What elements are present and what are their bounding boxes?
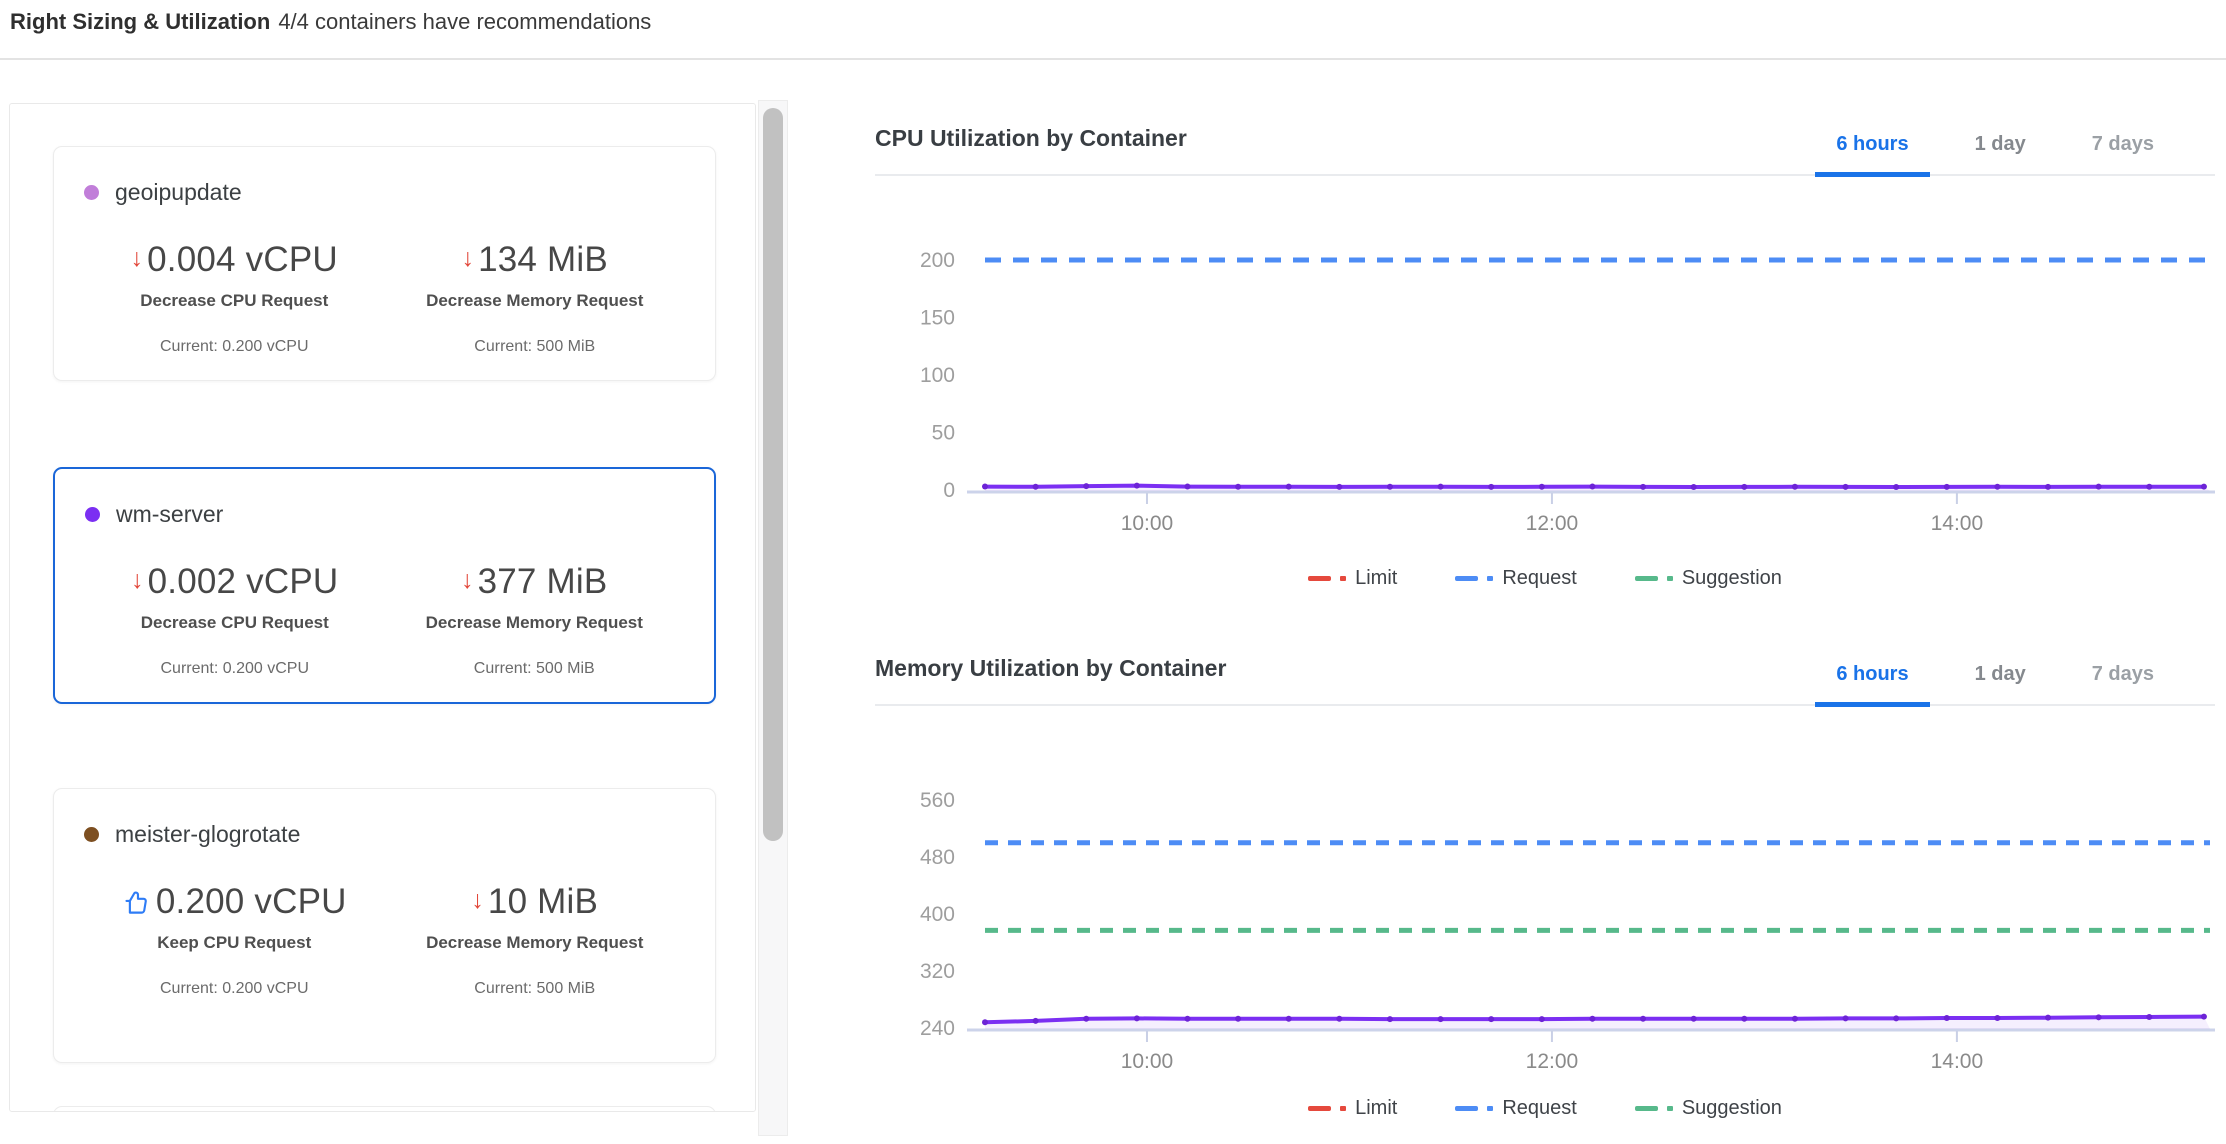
decrease-arrow-icon: ↓ [131,568,144,593]
request-dot-icon [1487,1106,1493,1111]
svg-text:10:00: 10:00 [1121,1050,1174,1073]
legend-item-limit[interactable]: Limit [1308,1097,1397,1120]
limit-dot-icon [1340,1106,1346,1111]
cpu-action-label: Keep CPU Request [157,933,311,953]
svg-text:560: 560 [920,789,955,812]
svg-text:10:00: 10:00 [1121,512,1174,535]
memory-current-value: Current: 500 MiB [474,660,595,678]
cpu-action-label: Decrease CPU Request [141,613,329,633]
memory-recommendation: ↓ 377 MiB Decrease Memory Request Curren… [385,562,685,678]
memory-chart-title: Memory Utilization by Container [875,655,1226,704]
legend-item-request[interactable]: Request [1455,567,1577,590]
container-card-partial[interactable] [53,1106,716,1112]
cpu-current-value: Current: 0.200 vCPU [160,980,309,998]
request-dash-icon [1455,1106,1478,1111]
cpu-recommended-value: 0.004 vCPU [147,240,338,280]
cpu-utilization-section: CPU Utilization by Container 6 hours 1 d… [875,100,2215,590]
container-color-dot [85,507,100,522]
tab-6-hours[interactable]: 6 hours [1815,133,1929,177]
tab-6-hours[interactable]: 6 hours [1815,663,1929,707]
page-header: Right Sizing & Utilization 4/4 containers… [0,0,2226,60]
thumbs-up-icon [122,889,149,916]
decrease-arrow-icon: ↓ [462,246,475,271]
tab-1-day[interactable]: 1 day [1954,663,2047,707]
suggestion-dot-icon [1667,576,1673,581]
cpu-time-range-tabs: 6 hours 1 day 7 days [1815,133,2175,174]
container-list-panel: geoipupdate ↓ 0.004 vCPU Decrease CPU Re… [9,103,756,1112]
cpu-current-value: Current: 0.200 vCPU [160,660,309,678]
cpu-recommended-value: 0.200 vCPU [156,882,347,922]
cpu-recommendation: ↓ 0.004 vCPU Decrease CPU Request Curren… [84,240,385,356]
svg-text:200: 200 [920,249,955,272]
container-name: wm-server [116,501,223,528]
legend-item-suggestion[interactable]: Suggestion [1635,1097,1782,1120]
memory-action-label: Decrease Memory Request [426,613,643,633]
suggestion-dot-icon [1667,1106,1673,1111]
svg-text:0: 0 [943,479,955,502]
tab-7-days[interactable]: 7 days [2071,663,2175,707]
limit-dash-icon [1308,1106,1331,1111]
cpu-chart-title: CPU Utilization by Container [875,125,1187,174]
memory-recommended-value: 134 MiB [478,240,608,280]
container-card-meister-glogrotate[interactable]: meister-glogrotate 0.200 vCPU Keep CPU R… [53,788,716,1063]
svg-text:14:00: 14:00 [1931,1050,1984,1073]
container-list-scrollbar-thumb[interactable] [763,108,783,841]
cpu-action-label: Decrease CPU Request [140,291,328,311]
container-card-wm-server[interactable]: wm-server ↓ 0.002 vCPU Decrease CPU Requ… [53,467,716,704]
container-name: geoipupdate [115,179,242,206]
memory-current-value: Current: 500 MiB [474,980,595,998]
cpu-chart-plot: 0 50 100 150 200 10:00 12:00 14:00 [875,190,2215,545]
memory-chart-plot: 240 320 400 480 560 10:00 12:00 14:00 [875,720,2215,1075]
legend-item-request[interactable]: Request [1455,1097,1577,1120]
legend-item-limit[interactable]: Limit [1308,567,1397,590]
svg-text:400: 400 [920,903,955,926]
memory-action-label: Decrease Memory Request [426,291,643,311]
container-list-scrollbar-track[interactable] [758,100,788,1136]
memory-action-label: Decrease Memory Request [426,933,643,953]
svg-text:12:00: 12:00 [1526,1050,1579,1073]
tab-1-day[interactable]: 1 day [1954,133,2047,177]
request-dash-icon [1455,576,1478,581]
svg-text:14:00: 14:00 [1931,512,1984,535]
limit-dot-icon [1340,576,1346,581]
svg-text:480: 480 [920,846,955,869]
svg-text:150: 150 [920,307,955,330]
memory-recommended-value: 10 MiB [488,882,598,922]
memory-current-value: Current: 500 MiB [474,338,595,356]
memory-recommendation: ↓ 10 MiB Decrease Memory Request Current… [385,882,686,998]
memory-utilization-section: Memory Utilization by Container 6 hours … [875,630,2215,1120]
cpu-recommendation: ↓ 0.002 vCPU Decrease CPU Request Curren… [85,562,385,678]
container-card-geoipupdate[interactable]: geoipupdate ↓ 0.004 vCPU Decrease CPU Re… [53,146,716,381]
svg-text:320: 320 [920,960,955,983]
memory-chart-legend: Limit Request Suggestion [875,1097,2215,1120]
decrease-arrow-icon: ↓ [131,246,144,271]
suggestion-dash-icon [1635,576,1658,581]
suggestion-dash-icon [1635,1106,1658,1111]
svg-text:100: 100 [920,364,955,387]
legend-item-suggestion[interactable]: Suggestion [1635,567,1782,590]
container-name: meister-glogrotate [115,821,300,848]
memory-recommended-value: 377 MiB [478,562,608,602]
container-color-dot [84,185,99,200]
decrease-arrow-icon: ↓ [471,888,484,913]
cpu-recommended-value: 0.002 vCPU [148,562,339,602]
request-dot-icon [1487,576,1493,581]
tab-7-days[interactable]: 7 days [2071,133,2175,177]
svg-text:12:00: 12:00 [1526,512,1579,535]
container-color-dot [84,827,99,842]
limit-dash-icon [1308,576,1331,581]
page-title: Right Sizing & Utilization [10,9,270,34]
memory-recommendation: ↓ 134 MiB Decrease Memory Request Curren… [385,240,686,356]
cpu-recommendation: 0.200 vCPU Keep CPU Request Current: 0.2… [84,882,385,998]
svg-text:50: 50 [932,422,955,445]
memory-time-range-tabs: 6 hours 1 day 7 days [1815,663,2175,704]
cpu-chart-legend: Limit Request Suggestion [875,567,2215,590]
svg-text:240: 240 [920,1017,955,1040]
decrease-arrow-icon: ↓ [461,568,474,593]
cpu-current-value: Current: 0.200 vCPU [160,338,309,356]
page-subtitle: 4/4 containers have recommendations [278,9,651,34]
